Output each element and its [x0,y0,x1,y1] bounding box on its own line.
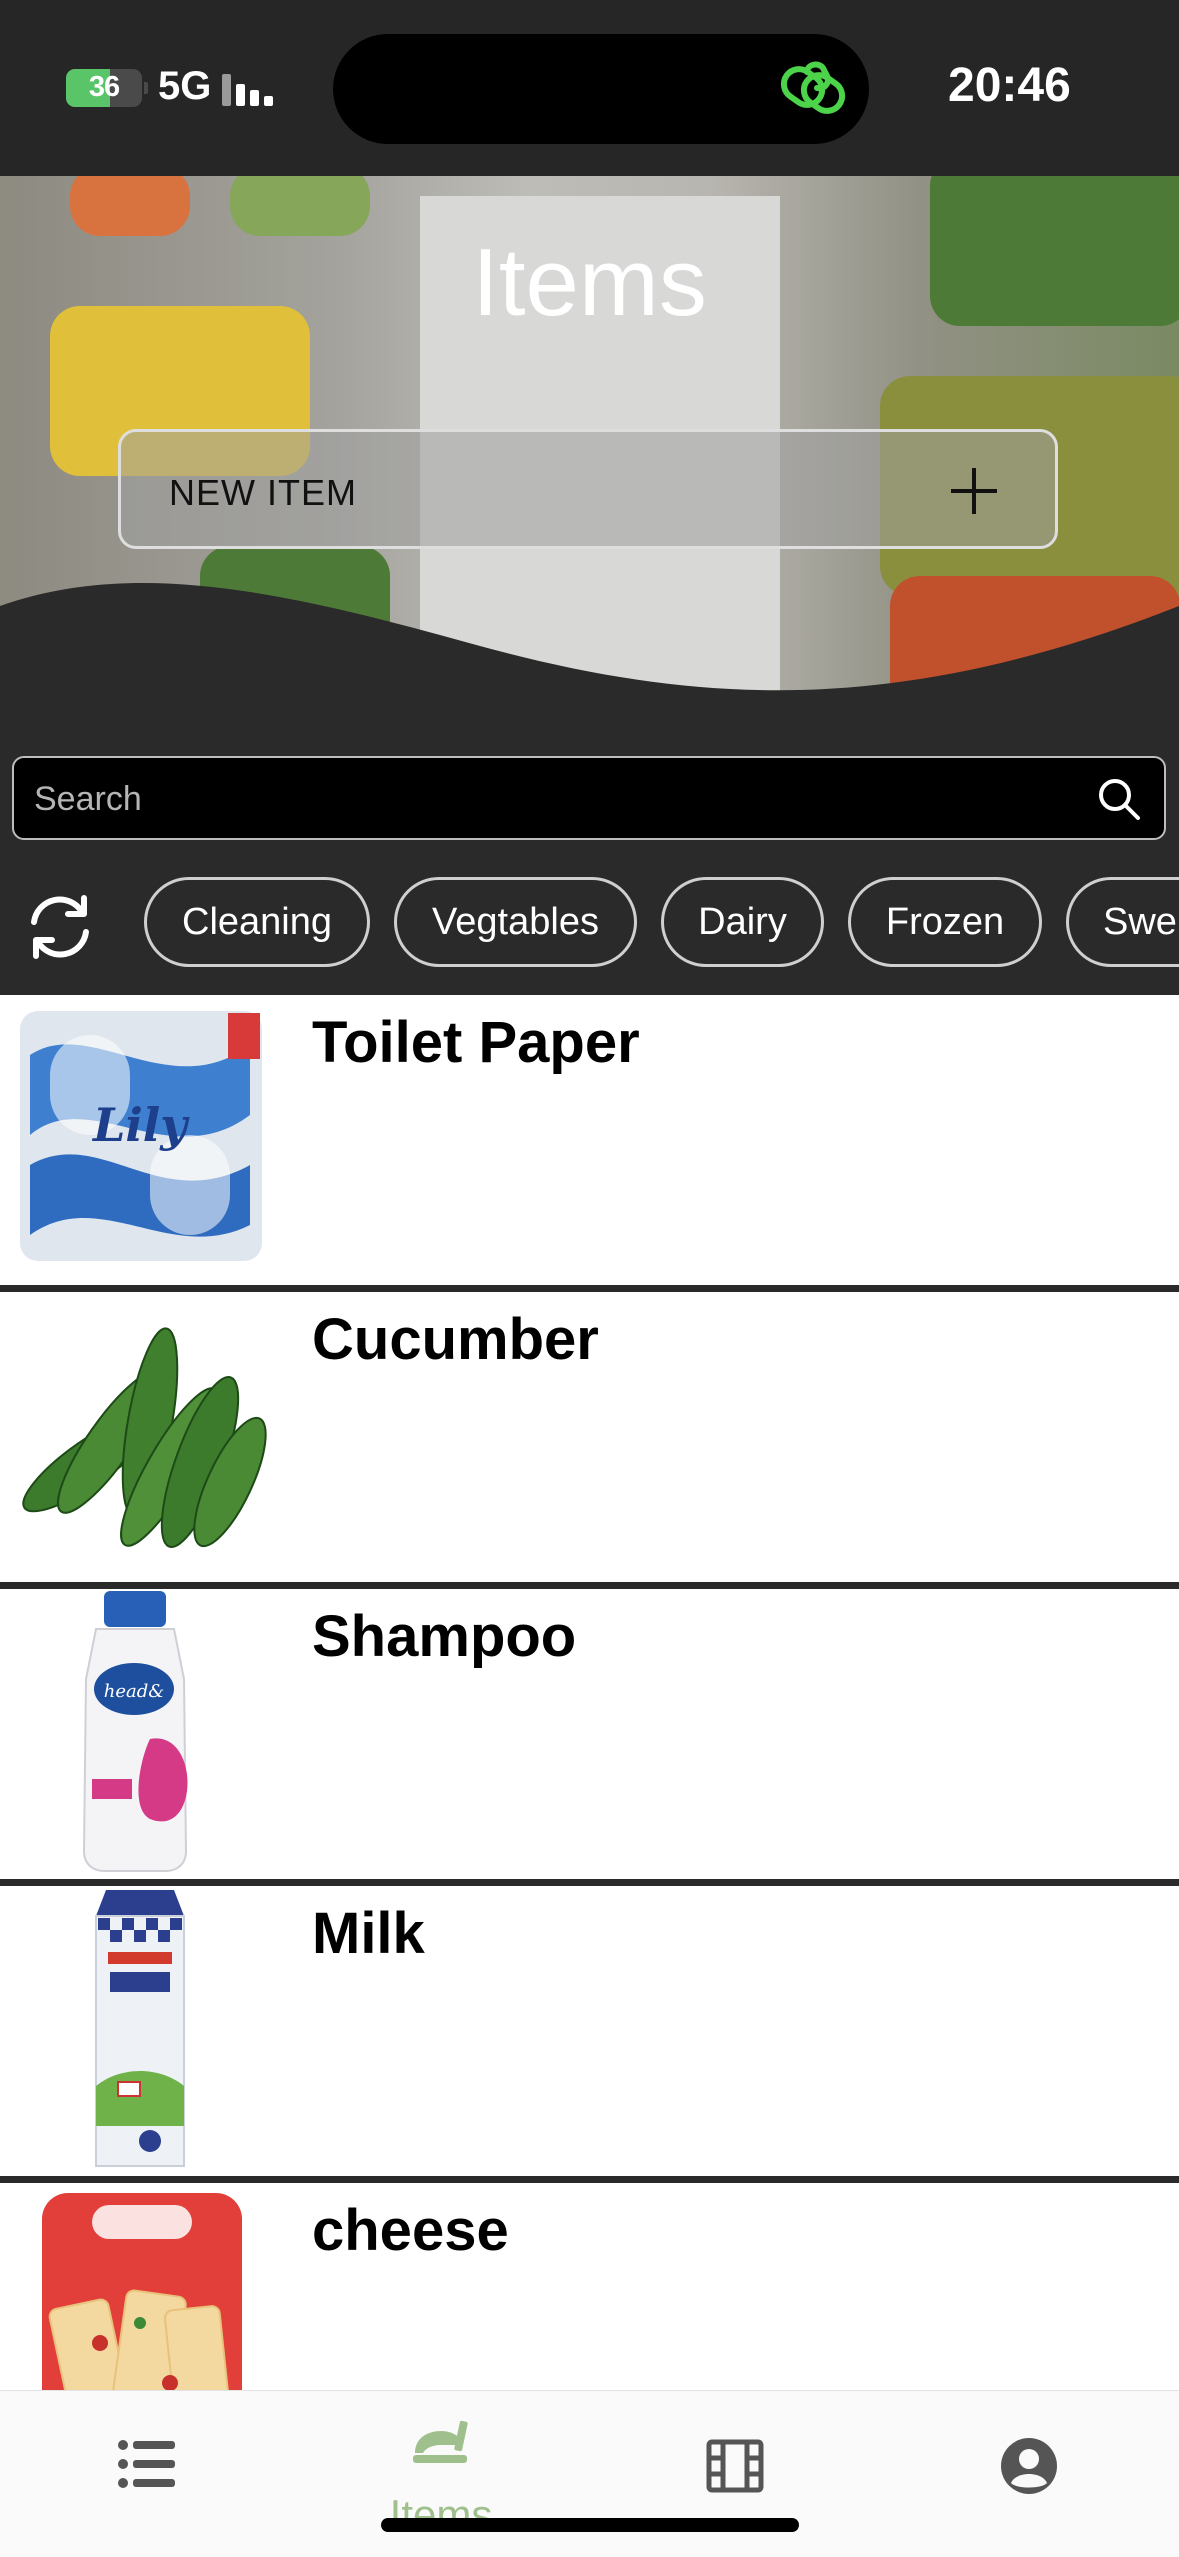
tab-film[interactable] [588,2391,882,2557]
filter-chip-vegtables[interactable]: Vegtables [394,877,637,967]
home-indicator [381,2518,799,2532]
list-item[interactable]: head& Shampoo [0,1589,1179,1879]
tab-profile[interactable] [882,2391,1176,2557]
film-icon [706,2439,764,2493]
item-name: Milk [312,1901,425,1966]
link-icon [780,61,846,114]
banner-wave [0,583,1179,746]
list-icon [118,2440,175,2488]
item-name: Toilet Paper [312,1010,640,1075]
new-item-label: NEW ITEM [169,472,357,513]
filter-chip-sweets[interactable]: Swe [1066,877,1179,967]
shampoo-image: head& [0,1589,285,1874]
profile-icon [1001,2438,1057,2494]
list-item[interactable]: Milk [0,1886,1179,2176]
plus-icon [951,468,997,514]
dynamic-island [333,34,869,144]
filter-bar: Cleaning Vegtables Dairy Frozen Swe [0,870,1179,980]
item-name: Shampoo [312,1604,577,1669]
list-item[interactable]: Cucumber [0,1292,1179,1582]
refresh-icon[interactable] [24,894,96,960]
page-title: Items [472,229,707,336]
tab-items[interactable]: Items [294,2391,588,2557]
new-item-button[interactable]: NEW ITEM [118,429,1058,549]
cucumber-image [0,1292,285,1577]
search-input[interactable] [32,770,1036,828]
cheese-image [0,2183,285,2390]
battery-indicator: 36 [66,69,148,107]
filter-chip-cleaning[interactable]: Cleaning [144,877,370,967]
clock: 20:46 [948,59,1071,112]
signal-icon [222,70,282,106]
list-item[interactable]: cheese [0,2183,1179,2390]
network-type: 5G [158,64,212,108]
milk-image [0,1886,285,2171]
filter-chip-dairy[interactable]: Dairy [661,877,824,967]
food-icon [413,2420,468,2463]
svg-text:Lily: Lily [91,1098,190,1152]
list-item[interactable]: Lily Toilet Paper [0,995,1179,1285]
tab-list[interactable] [0,2391,294,2557]
svg-text:head&: head& [104,1681,165,1702]
item-list: Lily Toilet Paper Cucumber head& Shampoo… [0,995,1179,2390]
status-bar: 36 5G 20:46 [0,0,1179,176]
filter-chip-frozen[interactable]: Frozen [848,877,1042,967]
search-icon[interactable] [1096,776,1142,822]
toilet-paper-image: Lily [0,995,285,1280]
battery-level: 36 [88,71,120,103]
item-name: cheese [312,2198,509,2263]
header-banner: Items NEW ITEM [0,176,1179,746]
item-name: Cucumber [312,1307,599,1372]
search-bar [12,756,1166,840]
